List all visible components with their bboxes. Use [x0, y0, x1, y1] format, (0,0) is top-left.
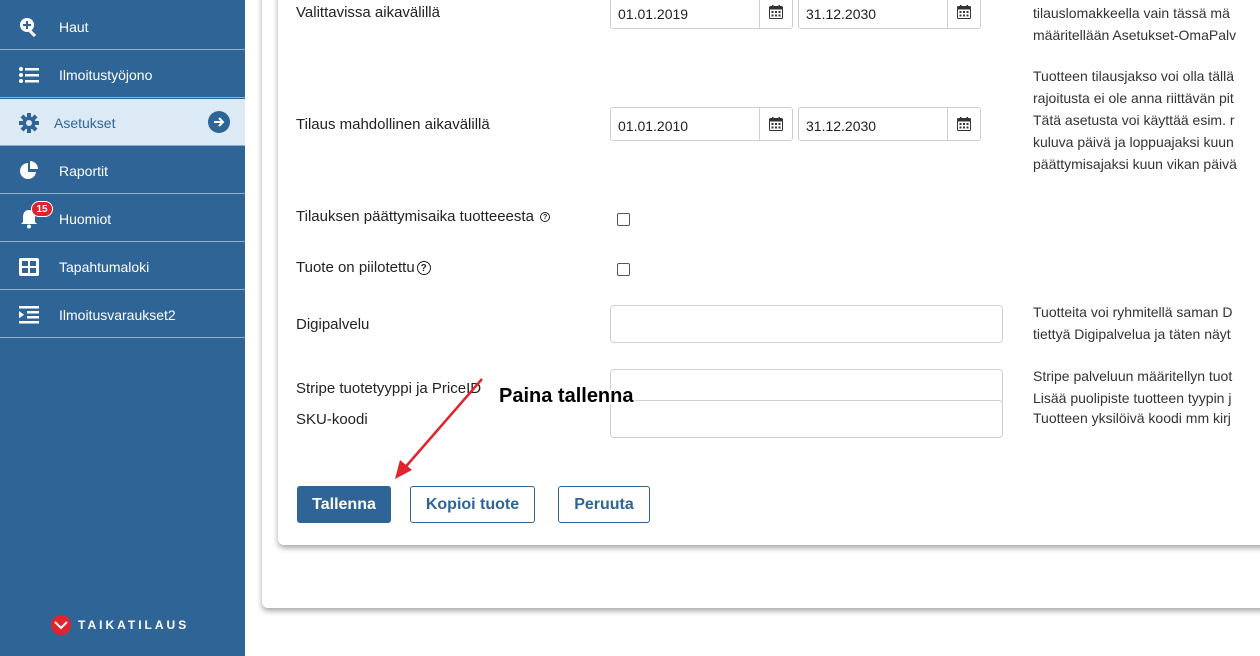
sidebar-item-label: Huomiot [59, 211, 112, 227]
valittavissa-start-date[interactable]: 01.01.2019 [610, 0, 793, 29]
sidebar-item-label: Asetukset [54, 115, 116, 131]
save-button[interactable]: Tallenna [297, 486, 391, 523]
sidebar-item-tapahtumaloki[interactable]: Tapahtumaloki [0, 243, 245, 290]
calendar-icon[interactable] [759, 0, 792, 28]
stripe-description: Stripe palveluun määritellyn tuot Lisää … [1033, 368, 1233, 406]
help-icon[interactable]: ? [416, 261, 431, 276]
calendar-icon[interactable] [759, 108, 792, 140]
calendar-icon[interactable] [947, 108, 980, 140]
valittavissa-description: tilauslomakkeella vain tässä mä määritel… [1033, 5, 1237, 43]
sku-description: Tuotteen yksilöivä koodi mm kirj [1033, 410, 1231, 426]
sku-label: SKU-koodi [296, 411, 368, 428]
annotation-text: Paina tallenna [499, 385, 634, 407]
sidebar-item-ilmoitustyojono[interactable]: Ilmoitustyöjono [0, 51, 245, 98]
sidebar-item-label: Haut [59, 19, 89, 35]
tilaus-mahdollinen-label: Tilaus mahdollinen aikavälillä [296, 116, 490, 133]
paattymisaika-checkbox[interactable] [617, 213, 630, 226]
pie-chart-icon [18, 160, 40, 182]
piilotettu-label: Tuote on piilotettu? [296, 259, 431, 276]
help-icon[interactable]: ? [540, 212, 551, 223]
sku-input[interactable] [610, 400, 1003, 438]
sidebar-item-asetukset[interactable]: Asetukset [0, 99, 245, 146]
piilotettu-checkbox[interactable] [617, 263, 630, 276]
digipalvelu-input[interactable] [610, 305, 1003, 343]
sidebar-item-label: Ilmoitusvaraukset2 [59, 307, 176, 323]
paattymisaika-label: Tilauksen päättymisaika tuotteeesta ? [296, 208, 551, 225]
logo-mark-icon [51, 615, 71, 635]
indent-list-icon [18, 304, 40, 326]
sidebar-item-label: Tapahtumaloki [59, 259, 150, 275]
logo: TAIKATILAUS [50, 614, 189, 636]
notification-badge: 15 [31, 201, 53, 217]
annotation-arrow [395, 378, 483, 479]
search-plus-icon [18, 16, 40, 38]
list-icon [18, 64, 40, 86]
tilaus-mahdollinen-end-date[interactable]: 31.12.2030 [798, 107, 981, 141]
digipalvelu-description: Tuotteita voi ryhmitellä saman D tiettyä… [1033, 304, 1233, 342]
sidebar-item-haut[interactable]: Haut [0, 3, 245, 50]
arrow-right-icon[interactable] [208, 111, 230, 133]
valittavissa-end-date[interactable]: 31.12.2030 [798, 0, 981, 29]
sidebar-item-ilmoitusvaraukset2[interactable]: Ilmoitusvaraukset2 [0, 291, 245, 338]
sidebar: Haut Ilmoitustyöjono Asetukset Raportit … [0, 0, 245, 656]
valittavissa-label: Valittavissa aikavälillä [296, 4, 440, 21]
copy-product-button[interactable]: Kopioi tuote [410, 486, 535, 523]
tilaus-mahdollinen-description: Tuotteen tilausjakso voi olla tällä rajo… [1033, 68, 1237, 172]
tilaus-mahdollinen-start-date[interactable]: 01.01.2010 [610, 107, 793, 141]
digipalvelu-label: Digipalvelu [296, 316, 370, 333]
calendar-icon[interactable] [947, 0, 980, 28]
sidebar-item-huomiot[interactable]: 15 Huomiot [0, 195, 245, 242]
sidebar-item-label: Raportit [59, 163, 109, 179]
table-icon [18, 256, 40, 278]
sidebar-item-label: Ilmoitustyöjono [59, 67, 153, 83]
sidebar-item-raportit[interactable]: Raportit [0, 147, 245, 194]
gear-icon [18, 112, 40, 134]
cancel-button[interactable]: Peruuta [558, 486, 650, 523]
